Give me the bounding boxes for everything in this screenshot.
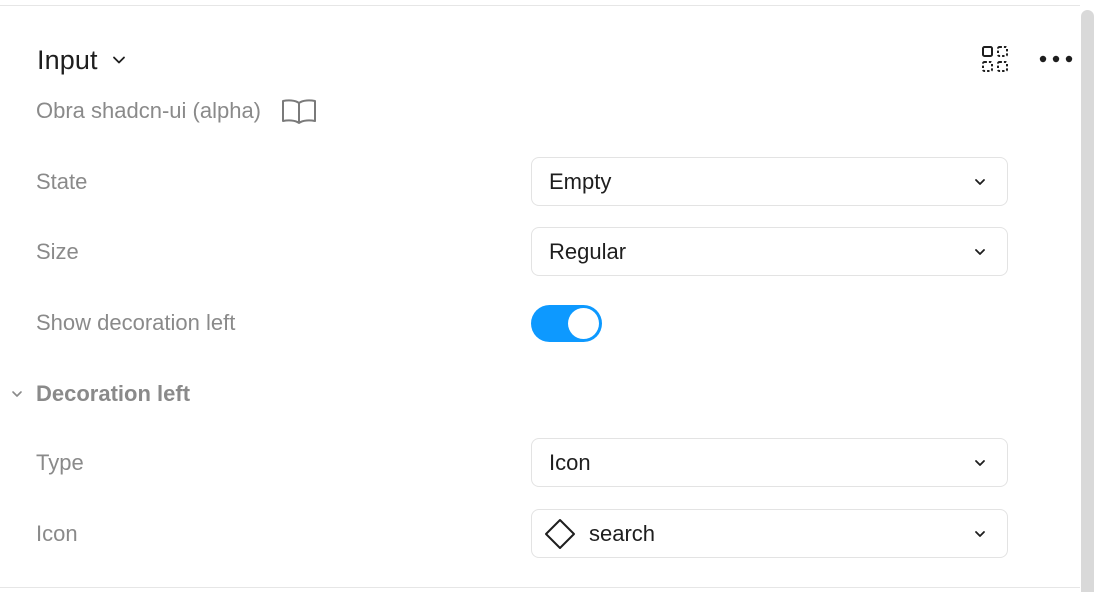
icon-instance-swap-dropdown[interactable]: search	[531, 509, 1008, 558]
chevron-down-icon	[10, 389, 24, 399]
decoration-left-section-header[interactable]: Decoration left	[10, 378, 190, 410]
chevron-down-icon	[973, 458, 987, 468]
show-decoration-left-label: Show decoration left	[36, 310, 236, 335]
chevron-down-icon	[973, 529, 987, 539]
type-value: Icon	[549, 449, 591, 475]
size-value: Regular	[549, 238, 627, 264]
select-matching-layers-icon[interactable]	[980, 44, 1010, 74]
size-dropdown[interactable]: Regular	[531, 227, 1008, 276]
icon-label: Icon	[36, 521, 78, 546]
component-title-row: Input	[37, 40, 126, 80]
scrollbar[interactable]	[1081, 10, 1094, 592]
state-dropdown[interactable]: Empty	[531, 157, 1008, 206]
divider-top	[0, 5, 1080, 6]
icon-value: search	[589, 520, 656, 546]
type-dropdown[interactable]: Icon	[531, 438, 1008, 487]
component-diamond-icon	[543, 517, 577, 551]
book-icon[interactable]	[281, 98, 317, 124]
chevron-down-icon	[973, 177, 987, 187]
section-title: Decoration left	[36, 381, 191, 406]
divider-bottom	[0, 587, 1080, 588]
component-title: Input	[37, 44, 98, 75]
chevron-down-icon	[973, 247, 987, 257]
state-value: Empty	[549, 168, 612, 194]
component-properties-panel: Input Obra shadcn-ui (alpha) State Empty…	[0, 0, 1098, 592]
library-row: Obra shadcn-ui (alpha)	[36, 94, 317, 128]
size-label: Size	[36, 239, 79, 264]
more-horizontal-icon[interactable]	[1038, 44, 1074, 74]
header-actions	[980, 44, 1074, 74]
chevron-down-icon[interactable]	[112, 55, 126, 65]
library-name: Obra shadcn-ui (alpha)	[36, 98, 262, 123]
state-label: State	[36, 169, 88, 194]
type-label: Type	[36, 450, 84, 475]
toggle-knob	[568, 308, 599, 339]
show-decoration-left-toggle[interactable]	[531, 305, 602, 342]
